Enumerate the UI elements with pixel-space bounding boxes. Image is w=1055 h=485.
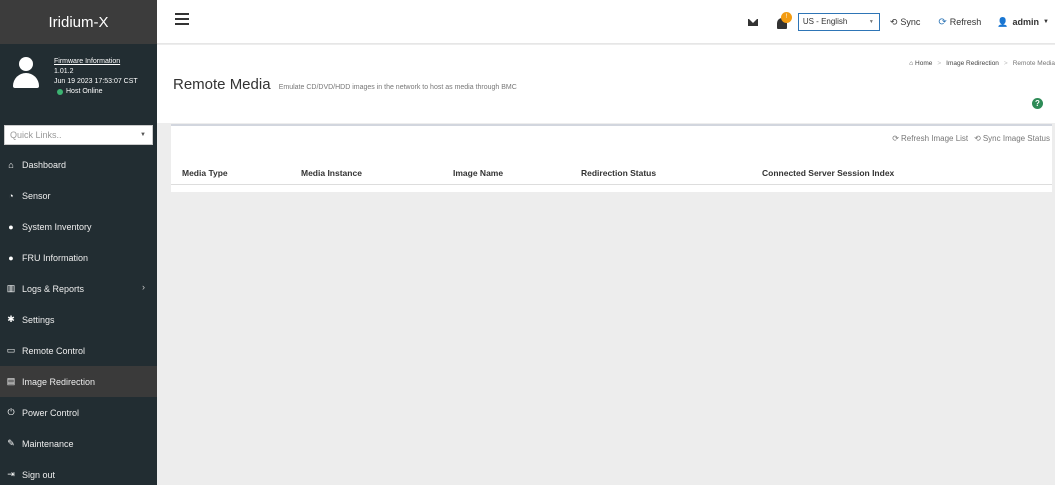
quick-links-placeholder: Quick Links.. bbox=[10, 130, 62, 140]
page-title: Remote Media Emulate CD/DVD/HDD images i… bbox=[173, 76, 517, 93]
media-table-header: Media Type Media Instance Image Name Red… bbox=[171, 165, 1052, 185]
sidebar-item-image-redirection[interactable]: ▤ Image Redirection bbox=[0, 366, 157, 397]
wrench-icon: ✎ bbox=[7, 438, 15, 448]
gear-icon: ✱ bbox=[7, 314, 15, 324]
firmware-info: Firmware Information 1.01.2 Jun 19 2023 … bbox=[54, 57, 138, 97]
refresh-image-list-label: Refresh Image List bbox=[901, 134, 969, 143]
chevron-down-icon: ▼ bbox=[1043, 19, 1049, 25]
sidebar-item-label: Sign out bbox=[22, 469, 56, 480]
sync-image-status-label: Sync Image Status bbox=[982, 134, 1050, 143]
user-icon: 👤 bbox=[997, 16, 1009, 27]
sidebar-item-remote-control[interactable]: ▭ Remote Control bbox=[0, 335, 157, 366]
info-icon: ● bbox=[8, 252, 14, 263]
sync-icon: ⟲ bbox=[974, 134, 981, 143]
monitor-icon: ▭ bbox=[6, 345, 16, 355]
page-title-text: Remote Media bbox=[173, 76, 271, 93]
page-subtitle: Emulate CD/DVD/HDD images in the network… bbox=[278, 84, 517, 91]
user-name: admin bbox=[1012, 17, 1040, 27]
chevron-down-icon: ▼ bbox=[868, 19, 874, 25]
sidebar-item-label: Logs & Reports bbox=[22, 283, 85, 294]
sync-image-status-button[interactable]: ⟲ Sync Image Status bbox=[974, 134, 1050, 143]
notification-badge: ! bbox=[780, 12, 792, 23]
sidebar-item-label: FRU Information bbox=[22, 252, 89, 263]
top-navbar: ! US - English ▼ ⟲ Sync ⟳ Refresh 👤 admi… bbox=[157, 0, 1055, 44]
refresh-image-list-button[interactable]: ⟳ Refresh Image List bbox=[892, 134, 968, 143]
power-icon: ⏻ bbox=[7, 407, 15, 417]
user-avatar-icon bbox=[11, 56, 41, 90]
sidebar-item-system-inventory[interactable]: ● System Inventory bbox=[0, 211, 157, 242]
home-icon: ⌂ bbox=[909, 60, 914, 67]
sidebar-item-label: System Inventory bbox=[22, 221, 92, 232]
info-icon: ● bbox=[8, 221, 14, 232]
quick-links-select[interactable]: Quick Links.. ▼ bbox=[4, 125, 153, 145]
firmware-version: 1.01.2 bbox=[54, 68, 74, 75]
sidebar-item-sensor[interactable]: ◔ Sensor bbox=[0, 180, 157, 211]
refresh-icon: ⟳ bbox=[892, 134, 899, 143]
sidebar-item-sign-out[interactable]: ⇥ Sign out bbox=[0, 459, 157, 485]
sidebar-item-label: Dashboard bbox=[22, 159, 67, 170]
sidebar-item-dashboard[interactable]: ⌂ Dashboard bbox=[0, 149, 157, 180]
chevron-down-icon: ▼ bbox=[140, 132, 146, 138]
remote-media-box: ⟳ Refresh Image List ⟲ Sync Image Status… bbox=[171, 124, 1052, 192]
chevron-right-icon: › bbox=[142, 282, 145, 292]
notifications-button[interactable]: ! bbox=[776, 12, 792, 30]
refresh-icon: ⟳ bbox=[938, 16, 947, 28]
sidebar-item-label: Power Control bbox=[22, 407, 80, 418]
sidebar: Iridium-X Firmware Information 1.01.2 Ju… bbox=[0, 0, 157, 485]
column-header-redirection-status[interactable]: Redirection Status bbox=[581, 168, 656, 178]
sidebar-item-label: Sensor bbox=[22, 190, 51, 201]
host-status-label: Host Online bbox=[66, 88, 103, 95]
sidebar-item-logs-reports[interactable]: ▥ Logs & Reports › bbox=[0, 273, 157, 304]
sidebar-menu: ⌂ Dashboard ◔ Sensor ● System Inventory … bbox=[0, 149, 157, 485]
column-header-connected-server-session-index[interactable]: Connected Server Session Index bbox=[762, 168, 894, 178]
breadcrumb-home[interactable]: ⌂ Home bbox=[909, 60, 932, 67]
sidebar-item-fru-information[interactable]: ● FRU Information bbox=[0, 242, 157, 273]
column-header-media-type[interactable]: Media Type bbox=[182, 168, 228, 178]
language-value: US - English bbox=[802, 17, 848, 26]
content-header: Remote Media Emulate CD/DVD/HDD images i… bbox=[157, 45, 1055, 123]
user-panel: Firmware Information 1.01.2 Jun 19 2023 … bbox=[0, 44, 157, 118]
envelope-icon[interactable] bbox=[747, 18, 758, 26]
bar-chart-icon: ▥ bbox=[6, 283, 16, 293]
firmware-build-date: Jun 19 2023 17:53:07 CST bbox=[54, 78, 138, 85]
box-tools: ⟳ Refresh Image List ⟲ Sync Image Status bbox=[892, 134, 1050, 143]
firmware-information-link[interactable]: Firmware Information bbox=[54, 57, 138, 67]
navbar-right: ! US - English ▼ ⟲ Sync ⟳ Refresh 👤 admi… bbox=[747, 0, 1055, 44]
tachometer-icon: ◔ bbox=[8, 190, 14, 201]
hdd-icon: ▤ bbox=[6, 376, 16, 386]
sidebar-item-label: Settings bbox=[22, 314, 55, 325]
status-dot-icon bbox=[57, 89, 63, 95]
breadcrumb: ⌂ Home > Image Redirection > Remote Medi… bbox=[909, 60, 1055, 67]
home-icon: ⌂ bbox=[8, 159, 14, 170]
host-status: Host Online bbox=[57, 87, 138, 97]
sidebar-item-settings[interactable]: ✱ Settings bbox=[0, 304, 157, 335]
sign-out-icon: ⇥ bbox=[7, 469, 15, 479]
refresh-label: Refresh bbox=[949, 17, 982, 27]
sidebar-item-maintenance[interactable]: ✎ Maintenance bbox=[0, 428, 157, 459]
help-icon[interactable]: ? bbox=[1032, 98, 1043, 109]
column-header-image-name[interactable]: Image Name bbox=[453, 168, 503, 178]
breadcrumb-image-redirection[interactable]: Image Redirection bbox=[946, 60, 999, 67]
sync-button[interactable]: ⟲ Sync bbox=[890, 17, 921, 28]
user-menu-button[interactable]: 👤 admin ▼ bbox=[997, 17, 1049, 28]
sync-icon: ⟲ bbox=[889, 16, 898, 27]
breadcrumb-separator-icon: > bbox=[937, 60, 942, 67]
sidebar-item-label: Remote Control bbox=[22, 345, 86, 356]
sidebar-item-label: Maintenance bbox=[22, 438, 74, 449]
sync-label: Sync bbox=[900, 17, 921, 27]
column-header-media-instance[interactable]: Media Instance bbox=[301, 168, 362, 178]
breadcrumb-current: Remote Media bbox=[1012, 60, 1055, 67]
sidebar-item-power-control[interactable]: ⏻ Power Control bbox=[0, 397, 157, 428]
breadcrumb-separator-icon: > bbox=[1003, 60, 1008, 67]
brand-logo[interactable]: Iridium-X bbox=[0, 0, 157, 44]
language-select[interactable]: US - English ▼ bbox=[797, 13, 880, 31]
menu-toggle-icon[interactable] bbox=[175, 13, 189, 25]
refresh-button[interactable]: ⟳ Refresh bbox=[938, 17, 981, 28]
sidebar-item-label: Image Redirection bbox=[22, 376, 96, 387]
